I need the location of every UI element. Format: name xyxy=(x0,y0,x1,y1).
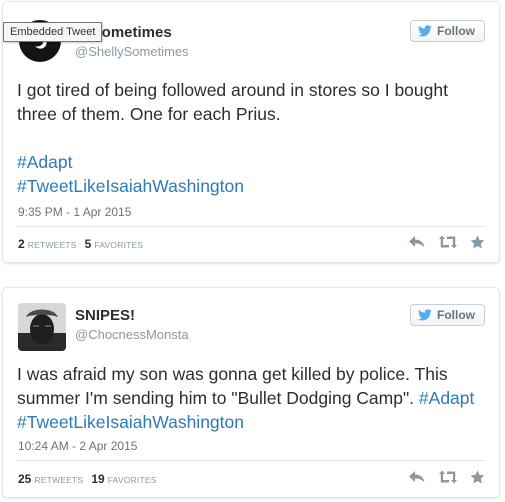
hashtag-link[interactable]: #Adapt xyxy=(419,388,474,408)
embedded-tweet-card: SNIPES! @ChocnessMonsta Follow I was afr… xyxy=(2,287,500,498)
favorite-count[interactable]: 19 xyxy=(91,472,104,486)
retweets-label: RETWEETS xyxy=(34,475,84,485)
favorite-count[interactable]: 5 xyxy=(85,237,92,251)
twitter-bird-icon xyxy=(418,25,432,37)
twitter-bird-icon xyxy=(418,309,432,321)
tweet-stats: 2 RETWEETS 5 FAVORITES xyxy=(18,237,148,251)
tweet-stats: 25 RETWEETS 19 FAVORITES xyxy=(18,472,162,486)
star-icon[interactable] xyxy=(470,470,485,484)
user-handle[interactable]: @ChocnessMonsta xyxy=(75,327,189,342)
follow-label: Follow xyxy=(437,308,475,322)
retweet-icon[interactable] xyxy=(438,235,458,249)
favorites-label: FAVORITES xyxy=(94,240,144,250)
tweet-actions xyxy=(408,470,485,484)
follow-button[interactable]: Follow xyxy=(410,304,485,326)
reply-icon[interactable] xyxy=(408,470,426,484)
reply-icon[interactable] xyxy=(408,235,426,249)
retweet-icon[interactable] xyxy=(438,470,458,484)
tweet-timestamp[interactable]: 10:24 AM - 2 Apr 2015 xyxy=(18,439,137,453)
tooltip: Embedded Tweet xyxy=(3,22,103,42)
tweet-timestamp[interactable]: 9:35 PM - 1 Apr 2015 xyxy=(18,205,131,219)
hashtag-link[interactable]: #TweetLikeIsaiahWashington xyxy=(17,176,244,196)
divider xyxy=(17,460,485,461)
tweet-text: I got tired of being followed around in … xyxy=(17,78,483,198)
tweet-body: I was afraid my son was gonna get killed… xyxy=(17,364,448,408)
tweet-body: I got tired of being followed around in … xyxy=(17,80,448,124)
retweets-label: RETWEETS xyxy=(27,240,77,250)
tweet-actions xyxy=(408,235,485,249)
tweet-text: I was afraid my son was gonna get killed… xyxy=(17,362,483,434)
retweet-count[interactable]: 25 xyxy=(18,472,31,486)
retweet-count[interactable]: 2 xyxy=(18,237,25,251)
star-icon[interactable] xyxy=(470,235,485,249)
follow-label: Follow xyxy=(437,24,475,38)
user-handle[interactable]: @ShellySometimes xyxy=(75,44,189,59)
follow-button[interactable]: Follow xyxy=(410,20,485,42)
avatar[interactable] xyxy=(18,303,66,351)
display-name[interactable]: SNIPES! xyxy=(75,307,135,324)
hashtag-link[interactable]: #Adapt xyxy=(17,152,72,172)
divider xyxy=(17,226,485,227)
favorites-label: FAVORITES xyxy=(107,475,157,485)
hashtag-link[interactable]: #TweetLikeIsaiahWashington xyxy=(17,412,244,432)
